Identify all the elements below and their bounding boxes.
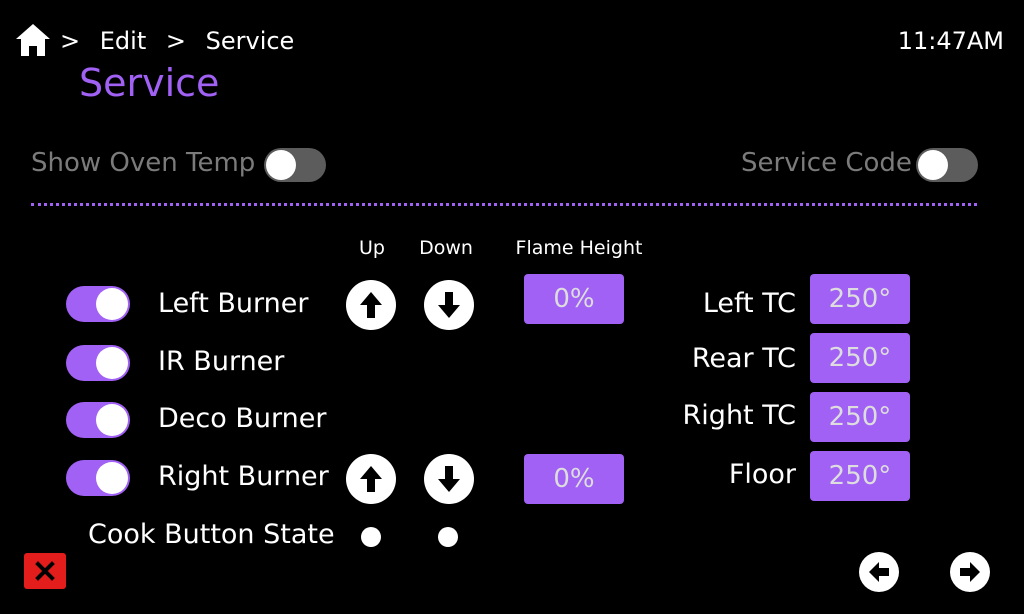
ir-burner-toggle[interactable] — [66, 345, 130, 381]
floor-tc-value: 250° — [810, 451, 910, 501]
forward-button[interactable] — [950, 552, 990, 592]
toggle-knob — [266, 150, 296, 180]
toggle-knob — [96, 347, 128, 379]
right-burner-label: Right Burner — [158, 461, 329, 492]
service-code-label: Service Code — [741, 148, 912, 178]
right-burner-up-button[interactable] — [346, 454, 396, 504]
arrow-down-icon — [438, 292, 460, 318]
left-burner-down-button[interactable] — [424, 280, 474, 330]
home-icon[interactable] — [14, 22, 52, 58]
back-button[interactable] — [859, 552, 899, 592]
cook-button-state-label: Cook Button State — [88, 519, 335, 550]
ir-burner-label: IR Burner — [158, 346, 285, 377]
left-burner-toggle[interactable] — [66, 286, 130, 322]
right-burner-down-button[interactable] — [424, 454, 474, 504]
breadcrumb-edit[interactable]: Edit — [100, 27, 146, 55]
right-burner-flame-height: 0% — [524, 454, 624, 504]
arrow-down-icon — [438, 466, 460, 492]
right-tc-label: Right TC — [682, 400, 796, 431]
right-tc-value: 250° — [810, 392, 910, 442]
cook-button-down-indicator — [438, 527, 458, 547]
breadcrumb-separator: > — [165, 27, 186, 55]
page-title: Service — [79, 61, 220, 105]
arrow-right-icon — [960, 562, 980, 582]
arrow-left-icon — [869, 562, 889, 582]
toggle-knob — [96, 288, 128, 320]
close-button[interactable] — [24, 553, 66, 589]
right-burner-toggle[interactable] — [66, 460, 130, 496]
left-burner-flame-height: 0% — [524, 274, 624, 324]
divider — [31, 203, 977, 206]
arrow-up-icon — [360, 466, 382, 492]
column-header-up: Up — [359, 237, 385, 259]
breadcrumb-separator: > — [60, 27, 81, 55]
clock: 11:47AM — [897, 27, 1004, 55]
deco-burner-label: Deco Burner — [158, 403, 327, 434]
cook-button-up-indicator — [361, 527, 381, 547]
floor-tc-label: Floor — [728, 459, 796, 490]
breadcrumb-service: Service — [205, 27, 295, 55]
column-header-down: Down — [419, 237, 473, 259]
toggle-knob — [96, 404, 128, 436]
left-burner-up-button[interactable] — [346, 280, 396, 330]
left-burner-label: Left Burner — [158, 288, 309, 319]
toggle-knob — [918, 150, 948, 180]
service-code-toggle[interactable] — [916, 148, 978, 182]
show-oven-temp-label: Show Oven Temp — [31, 148, 256, 178]
column-header-flame-height: Flame Height — [515, 237, 643, 259]
deco-burner-toggle[interactable] — [66, 402, 130, 438]
toggle-knob — [96, 462, 128, 494]
breadcrumb: > Edit > Service — [60, 24, 294, 58]
left-tc-label: Left TC — [702, 288, 796, 319]
rear-tc-label: Rear TC — [691, 343, 796, 374]
rear-tc-value: 250° — [810, 333, 910, 383]
show-oven-temp-toggle[interactable] — [264, 148, 326, 182]
arrow-up-icon — [360, 292, 382, 318]
left-tc-value: 250° — [810, 274, 910, 324]
close-icon — [35, 561, 55, 581]
